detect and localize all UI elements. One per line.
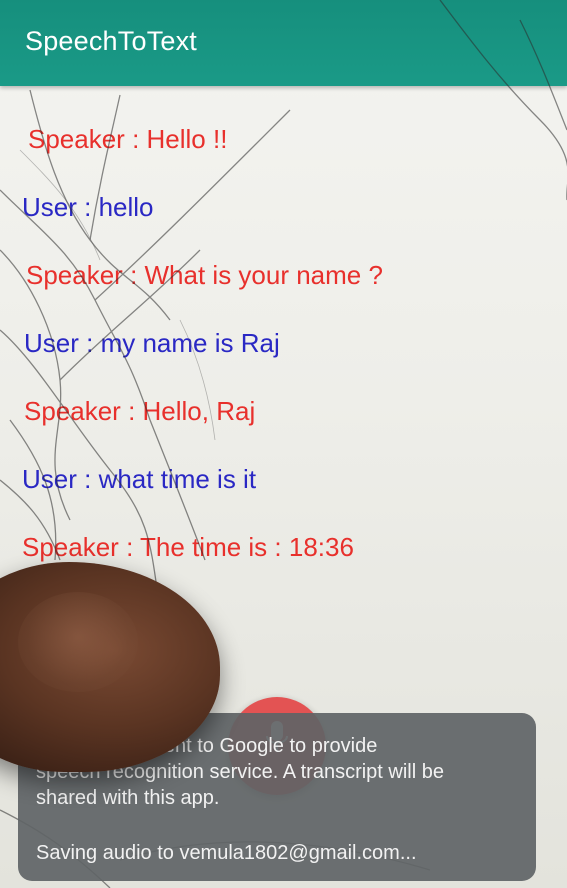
speaker-message: Speaker : What is your name ? <box>26 260 383 290</box>
user-message: User : my name is Raj <box>24 328 280 358</box>
app-screen: SpeechToText Speaker : Hello !! User : h… <box>0 0 567 888</box>
dialog-notice-line: shared with this app. <box>36 787 220 809</box>
user-message: User : hello <box>22 192 154 222</box>
user-message: User : what time is it <box>22 464 257 494</box>
speaker-message: Speaker : Hello !! <box>28 124 228 154</box>
speaker-message: Speaker : The time is : 18:36 <box>22 532 354 562</box>
fingernail-shading <box>18 592 138 692</box>
speaker-message: Speaker : Hello, Raj <box>24 396 256 426</box>
saving-audio-status: Saving audio to vemula1802@gmail.com... <box>36 842 417 864</box>
